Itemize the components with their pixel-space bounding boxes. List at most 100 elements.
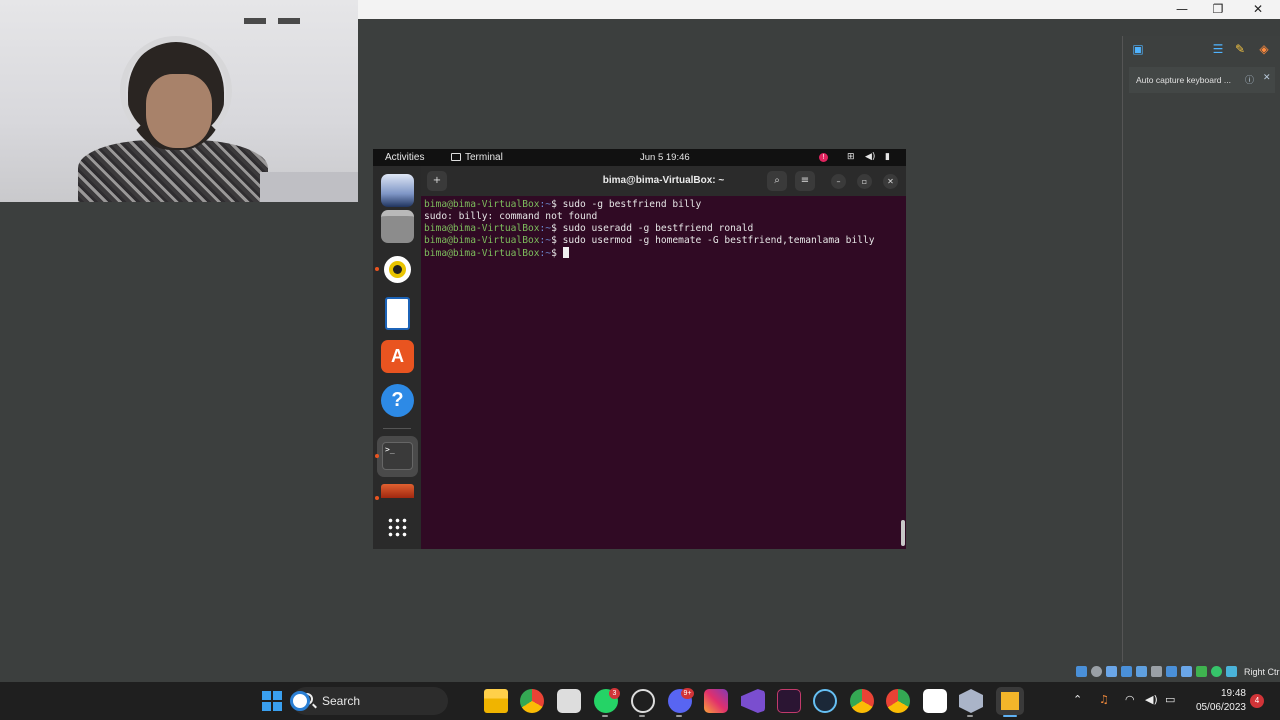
running-indicator — [639, 715, 645, 717]
wall-object — [278, 18, 300, 24]
terminal-command-line: bima@bima-VirtualBox:~$ — [424, 247, 906, 259]
windows-logo-icon — [262, 691, 282, 711]
terminal-scrollbar[interactable] — [901, 520, 905, 546]
close-panel-icon[interactable]: ◈ — [1255, 41, 1273, 57]
volume-icon[interactable]: ◀) — [865, 152, 875, 162]
audio-icon[interactable] — [1106, 666, 1117, 677]
command-text: sudo useradd -g bestfriend ronald — [562, 223, 754, 234]
prompt-path: :~ — [539, 199, 552, 210]
taskbar-search-box[interactable]: Search — [290, 687, 448, 715]
network-icon[interactable]: ⊞ — [847, 152, 855, 162]
background-furniture — [260, 172, 358, 202]
host-key-label: Right Ctrl — [1244, 667, 1280, 677]
host-close-button[interactable]: ✕ — [1240, 1, 1276, 18]
minimize-button[interactable]: – — [831, 174, 846, 189]
prompt-user: bima@bima-VirtualBox — [424, 235, 540, 246]
chrome-alt-icon[interactable] — [886, 689, 910, 713]
windows-taskbar: Search 3 9+ ⌃ ♫ ◠ ◀) ▭ 19:48 05/06/2023 … — [0, 682, 1280, 720]
visual-studio-icon[interactable] — [741, 689, 765, 713]
terminal-dock-item[interactable]: >_ — [377, 436, 418, 477]
chrome-icon[interactable] — [520, 689, 544, 713]
update-alert-icon[interactable]: ! — [819, 153, 828, 162]
vm-window-glyph — [1001, 692, 1019, 710]
steam-icon[interactable] — [813, 689, 837, 713]
notification-count-badge[interactable]: 4 — [1250, 694, 1264, 708]
terminal-command-line: bima@bima-VirtualBox:~$ sudo -g bestfrie… — [424, 199, 906, 211]
app-menu-terminal[interactable]: Terminal — [451, 152, 503, 163]
ubuntu-vm-screen[interactable]: Activities Terminal Jun 5 19:46 ! ⊞ ◀) ▮… — [373, 149, 906, 549]
close-button[interactable]: ✕ — [883, 174, 898, 189]
thunderbird-icon[interactable] — [381, 174, 414, 207]
prompt-symbol: $ — [551, 235, 563, 246]
discord-badge: 9+ — [681, 688, 694, 699]
files-icon[interactable] — [381, 210, 414, 243]
notice-info-icon[interactable]: ⓘ — [1245, 73, 1254, 86]
show-hidden-icons-chevron-icon[interactable]: ⌃ — [1073, 693, 1082, 706]
terminal-command-line: bima@bima-VirtualBox:~$ sudo useradd -g … — [424, 223, 906, 235]
notification-center-icon[interactable]: ▣ — [1129, 41, 1147, 57]
recording-icon[interactable] — [1181, 666, 1192, 677]
headphones — [120, 36, 232, 146]
taskbar-time: 19:48 — [1220, 688, 1246, 699]
rhythmbox-icon[interactable] — [381, 253, 414, 286]
microphone-icon[interactable]: ♫ — [1099, 693, 1109, 706]
running-indicator — [375, 454, 379, 458]
keyboard-icon[interactable] — [1226, 666, 1237, 677]
hard-disk-icon[interactable] — [1076, 666, 1087, 677]
taskbar-clock[interactable]: 19:48 05/06/2023 — [1190, 687, 1246, 715]
shared-folders-icon[interactable] — [1151, 666, 1162, 677]
command-text: sudo -g bestfriend billy — [562, 199, 702, 210]
prompt-path: :~ — [539, 223, 552, 234]
prompt-user: bima@bima-VirtualBox — [424, 248, 540, 259]
virtualbox-side-panel: ▣ ☰ ✎ ◈ Auto capture keyboard ... ⓘ ✕ — [1122, 36, 1280, 662]
network-icon[interactable] — [1121, 666, 1132, 677]
trash-icon[interactable] — [381, 484, 414, 498]
taskbar-date: 05/06/2023 — [1195, 702, 1246, 713]
vegas-icon[interactable] — [777, 689, 801, 713]
file-explorer-icon[interactable] — [484, 689, 508, 713]
ubuntu-software-icon[interactable]: A — [381, 340, 414, 373]
menu-button[interactable]: ≡ — [795, 171, 815, 191]
wifi-icon[interactable]: ◠ — [1125, 693, 1135, 706]
host-maximize-button[interactable]: ❐ — [1200, 1, 1236, 18]
clear-notifications-icon[interactable]: ✎ — [1231, 41, 1249, 57]
running-indicator — [676, 715, 682, 717]
help-icon[interactable]: ? — [381, 384, 414, 417]
terminal-output-line: sudo: billy: command not found — [424, 211, 906, 223]
prompt-user: bima@bima-VirtualBox — [424, 199, 540, 210]
libreoffice-writer-icon[interactable] — [385, 297, 410, 330]
usb-icon[interactable] — [1136, 666, 1147, 677]
battery-icon[interactable]: ▮ — [885, 152, 890, 162]
capcut-icon[interactable] — [923, 689, 947, 713]
prompt-user: bima@bima-VirtualBox — [424, 223, 540, 234]
chrome-profile-icon[interactable] — [850, 689, 874, 713]
terminal-cursor — [562, 247, 569, 258]
openai-icon[interactable] — [631, 689, 655, 713]
show-apps-icon[interactable] — [381, 511, 414, 544]
prompt-symbol: $ — [551, 223, 563, 234]
cpu-icon[interactable] — [1196, 666, 1207, 677]
display-icon[interactable] — [1166, 666, 1177, 677]
notice-close-icon[interactable]: ✕ — [1263, 73, 1271, 83]
running-indicator — [375, 496, 379, 500]
webcam-overlay — [0, 0, 358, 202]
battery-icon[interactable]: ▭ — [1165, 693, 1175, 706]
speaker-icon[interactable]: ◀) — [1145, 693, 1158, 706]
maximize-button[interactable]: ▫ — [857, 174, 872, 189]
bing-icon[interactable] — [290, 691, 310, 711]
virtualbox-icon[interactable] — [959, 689, 983, 713]
host-minimize-button[interactable]: — — [1164, 1, 1200, 18]
instagram-icon[interactable] — [704, 689, 728, 713]
activities-button[interactable]: Activities — [385, 152, 424, 163]
sort-icon[interactable]: ☰ — [1209, 41, 1227, 57]
top-bar-clock[interactable]: Jun 5 19:46 — [640, 152, 690, 163]
optical-drive-icon[interactable] — [1091, 666, 1102, 677]
mouse-integration-icon[interactable] — [1211, 666, 1222, 677]
terminal-output[interactable]: bima@bima-VirtualBox:~$ sudo -g bestfrie… — [421, 196, 906, 549]
whatsapp-badge: 3 — [609, 688, 620, 699]
start-button[interactable] — [260, 689, 284, 713]
virtualbox-vm-icon[interactable] — [996, 687, 1024, 715]
search-button[interactable]: ⌕ — [767, 171, 787, 191]
running-indicator — [602, 715, 608, 717]
snipping-tool-icon[interactable] — [557, 689, 581, 713]
